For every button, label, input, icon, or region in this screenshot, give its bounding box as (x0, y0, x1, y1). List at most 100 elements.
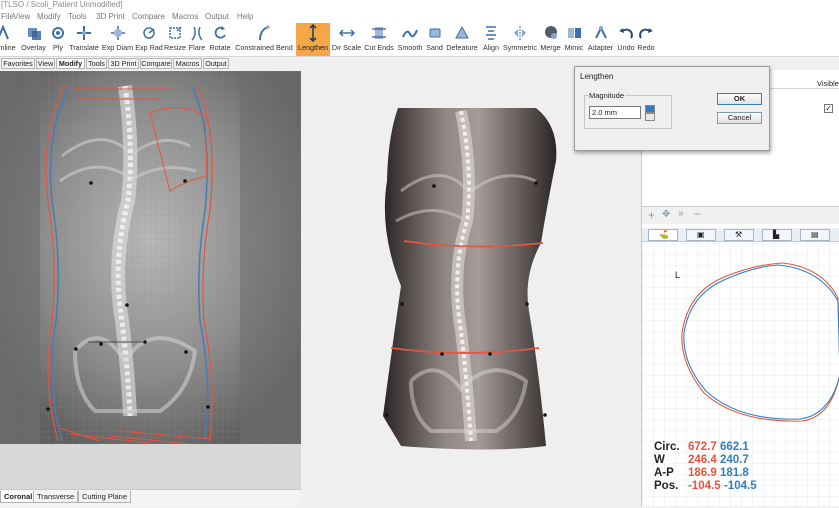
lengthen-button[interactable]: Lengthen (296, 23, 330, 56)
dialog-title: Lengthen (580, 72, 614, 81)
menu-file[interactable]: File (1, 11, 14, 23)
tab-macros[interactable]: Macros (173, 58, 202, 69)
constrained-bend-icon (259, 25, 270, 41)
mimic-button[interactable]: Mimic (563, 23, 585, 56)
exp-rad-button[interactable]: Exp Rad (135, 23, 163, 56)
smooth-button[interactable]: Smooth (396, 23, 424, 56)
overlay-button[interactable]: Overlay (20, 23, 47, 56)
overlay-icon (27, 28, 41, 40)
ok-button[interactable]: OK (717, 93, 762, 105)
translate-icon (77, 26, 91, 40)
align-icon (486, 26, 496, 40)
layer-toolbar: + ✥ » − (642, 206, 839, 224)
flare-button[interactable]: Flare (187, 23, 207, 56)
mimic-icon (568, 28, 581, 38)
symmetric-icon (514, 26, 526, 40)
menu-tools[interactable]: Tools (68, 11, 87, 23)
flare-icon (191, 26, 203, 41)
tab-view[interactable]: View (36, 58, 55, 69)
magnitude-group: Magnitude 2.0 mm (584, 91, 672, 129)
tab-chair[interactable]: ▙ (762, 229, 792, 241)
redo-icon (639, 28, 653, 39)
adapter-icon (594, 25, 607, 39)
visible-checkbox[interactable]: ✓ (824, 104, 833, 113)
resize-icon (169, 26, 182, 39)
menu-help[interactable]: Help (237, 11, 253, 23)
toolbar: Trimline Overlay Ply Translate Exp Diam … (0, 23, 839, 57)
cut-ends-button[interactable]: Cut Ends (363, 23, 395, 56)
lengthen-icon (309, 24, 317, 42)
tab-coronal[interactable]: Coronal (0, 491, 37, 503)
tab-tools[interactable]: Tools (86, 58, 107, 69)
dir-scale-button[interactable]: Dir Scale (331, 23, 362, 56)
magnitude-input[interactable]: 2.0 mm (589, 106, 641, 119)
defeature-button[interactable]: Defeature (445, 23, 479, 56)
box-icon: ▤ (811, 230, 819, 239)
tab-box[interactable]: ▤ (800, 229, 830, 241)
menu-macros[interactable]: Macros (172, 11, 198, 23)
tab-tools[interactable]: ⚒ (724, 229, 754, 241)
expand-diameter-icon (110, 26, 125, 40)
tab-compare[interactable]: Compare (140, 58, 172, 69)
menu-bar: File View Modify Tools 3D Print Compare … (0, 11, 839, 23)
lengthen-dialog: Lengthen Magnitude 2.0 mm OK Cancel (574, 66, 770, 151)
hammer-icon: ⚒ (735, 230, 743, 239)
menu-output[interactable]: Output (205, 11, 229, 23)
menu-3d-print[interactable]: 3D Print (96, 11, 125, 23)
move-layer-icon[interactable]: ✥ (662, 209, 670, 220)
rotate-button[interactable]: Rotate (208, 23, 232, 56)
exp-diam-button[interactable]: Exp Diam (101, 23, 134, 56)
visible-column-header: Visible (817, 79, 839, 88)
merge-button[interactable]: Merge (539, 23, 562, 56)
undo-button[interactable]: Undo (616, 23, 636, 56)
undo-icon (619, 28, 633, 39)
sand-button[interactable]: Sand (425, 23, 444, 56)
translate-button[interactable]: Translate (68, 23, 100, 56)
tab-output[interactable]: Output (203, 58, 229, 69)
coronal-view[interactable] (0, 71, 301, 444)
tab-image[interactable]: ▣ (686, 229, 716, 241)
tab-cutting-plane[interactable]: Cutting Plane (78, 491, 132, 503)
menu-compare[interactable]: Compare (132, 11, 165, 23)
align-button[interactable]: Align (481, 23, 501, 56)
tab-modify[interactable]: Modify (56, 58, 85, 69)
view-tabs: Coronal Transverse Cutting Plane (0, 489, 301, 506)
cancel-button[interactable]: Cancel (717, 112, 762, 124)
add-layer-icon[interactable]: + (648, 208, 655, 222)
tab-transverse[interactable]: Transverse (33, 491, 79, 503)
resize-button[interactable]: Resize (164, 23, 186, 56)
tab-favorites[interactable]: Favorites (1, 58, 35, 69)
menu-modify[interactable]: Modify (37, 11, 61, 23)
window-title: [TLSO / Scoli_Patient Unmodified] (0, 0, 839, 11)
magnitude-spinner[interactable] (645, 105, 655, 122)
left-marker: L (675, 270, 681, 280)
adapter-button[interactable]: Adapter (586, 23, 615, 56)
sand-icon (429, 28, 440, 38)
spin-down-icon[interactable] (645, 113, 655, 121)
ply-button[interactable]: Ply (49, 23, 67, 56)
cross-section-view[interactable]: L Circ. 672.7 662.1 W 246.4 240.7 A-P 18… (642, 243, 839, 506)
trimline-button[interactable]: Trimline (0, 23, 20, 56)
tab-landmark[interactable]: ⛳ (648, 229, 678, 241)
landmark-icon: ⛳ (659, 230, 669, 239)
smooth-icon (402, 29, 418, 38)
trimline-icon (0, 24, 9, 40)
tab-3d-print[interactable]: 3D Print (108, 58, 139, 69)
redo-button[interactable]: Redo (636, 23, 656, 56)
constrained-bend-button[interactable]: Constrained Bend (233, 23, 295, 56)
menu-view[interactable]: View (13, 11, 30, 23)
merge-icon (544, 26, 557, 39)
panel-tabs: ⛳ ▣ ⚒ ▙ ▤ (642, 228, 839, 242)
expand-radius-icon (143, 27, 155, 39)
cut-ends-icon (372, 27, 386, 39)
symmetric-button[interactable]: Symmetric (502, 23, 538, 56)
coronal-view-floor (0, 444, 301, 489)
forward-layer-icon[interactable]: » (678, 208, 684, 219)
spin-up-icon[interactable] (645, 105, 655, 113)
remove-layer-icon[interactable]: − (694, 207, 701, 221)
seat-icon: ▙ (773, 230, 780, 239)
ply-icon (52, 27, 64, 39)
magnitude-label: Magnitude (588, 91, 626, 100)
image-icon: ▣ (697, 230, 705, 239)
coronal-xray-image (0, 71, 301, 444)
